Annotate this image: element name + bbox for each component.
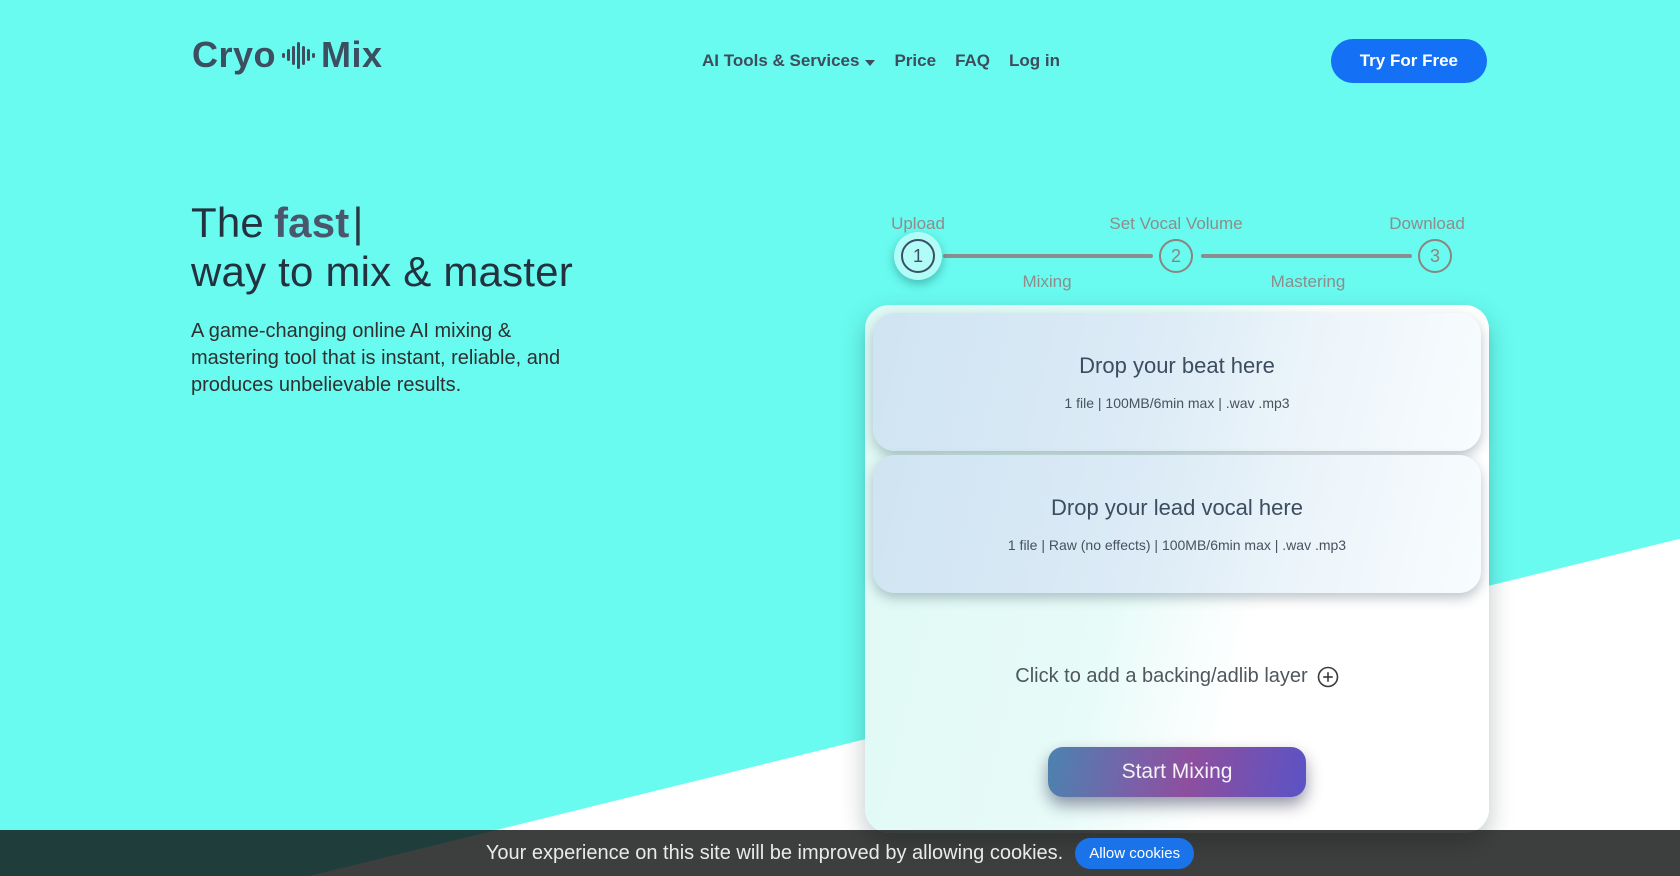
logo-word-left: Cryo: [192, 34, 277, 75]
step-number: 1: [901, 239, 935, 273]
dropzone-beat[interactable]: Drop your beat here 1 file | 100MB/6min …: [873, 313, 1481, 451]
segment-label-mixing: Mixing: [1022, 272, 1072, 291]
step-circle-2: 2: [1152, 232, 1200, 280]
step-label-download: Download: [1389, 214, 1465, 233]
hero-description: A game-changing online AI mixing & maste…: [191, 320, 561, 396]
title-line2: way to mix & master: [191, 248, 573, 295]
waveform-icon: [282, 38, 316, 72]
logo[interactable]: Cryo Mix: [192, 34, 383, 76]
cookie-message: Your experience on this site will be imp…: [485, 841, 1064, 864]
connector-line-mastering: [1201, 254, 1412, 258]
step-circle-1: 1: [894, 232, 942, 280]
try-for-free-button[interactable]: Try For Free: [1330, 39, 1487, 83]
nav-item-faq[interactable]: FAQ: [955, 51, 990, 71]
nav-item-login[interactable]: Log in: [1009, 51, 1060, 71]
step-label-upload: Upload: [891, 214, 945, 233]
step-number: 3: [1418, 239, 1452, 273]
step-label-set-vocal-volume: Set Vocal Volume: [1109, 214, 1243, 233]
progress-stepper: Upload Set Vocal Volume Download 1 2 3 M…: [865, 212, 1489, 297]
nav-item-ai-tools[interactable]: AI Tools & Services: [702, 51, 876, 71]
allow-cookies-button[interactable]: Allow cookies: [1075, 837, 1195, 869]
cookie-banner: Your experience on this site will be imp…: [0, 830, 1680, 876]
nav-item-label: FAQ: [955, 51, 991, 70]
logo-word-right: Mix: [321, 34, 383, 75]
dropzone-title: Drop your beat here: [1079, 353, 1275, 378]
step-circle-3: 3: [1411, 232, 1459, 280]
title-prefix: The: [191, 199, 264, 246]
dropzone-lead-vocal[interactable]: Drop your lead vocal here 1 file | Raw (…: [873, 455, 1481, 593]
title-highlight: fast: [273, 199, 350, 246]
add-layer-button[interactable]: Click to add a backing/adlib layer: [865, 665, 1489, 688]
start-mixing-button[interactable]: Start Mixing: [1048, 747, 1306, 797]
header: Cryo Mix AI Tools & Services Price FAQ L…: [0, 0, 1680, 122]
connector-line-mixing: [943, 254, 1153, 258]
upload-card: Drop your beat here 1 file | 100MB/6min …: [865, 305, 1489, 833]
segment-label-mastering: Mastering: [1270, 272, 1346, 291]
add-layer-label: Click to add a backing/adlib layer: [1015, 665, 1308, 687]
dropzone-title: Drop your lead vocal here: [1051, 495, 1303, 520]
main-nav: AI Tools & Services Price FAQ Log in: [702, 0, 1060, 122]
dropzone-specs: 1 file | 100MB/6min max | .wav .mp3: [1064, 395, 1290, 411]
page: Cryo Mix AI Tools & Services Price FAQ L…: [0, 0, 1680, 876]
step-number: 2: [1159, 239, 1193, 273]
nav-item-label: Price: [894, 51, 937, 70]
nav-item-price[interactable]: Price: [894, 51, 936, 71]
nav-item-label: Log in: [1009, 51, 1060, 70]
typewriter-cursor: |: [352, 199, 364, 246]
hero-section: The fast| way to mix & master A game-chan…: [191, 198, 611, 399]
nav-item-label: AI Tools & Services: [702, 51, 860, 70]
dropzone-specs: 1 file | Raw (no effects) | 100MB/6min m…: [1007, 537, 1347, 553]
page-title: The fast| way to mix & master: [191, 198, 611, 296]
chevron-down-icon: [865, 59, 876, 66]
plus-circle-icon: [1317, 666, 1338, 687]
